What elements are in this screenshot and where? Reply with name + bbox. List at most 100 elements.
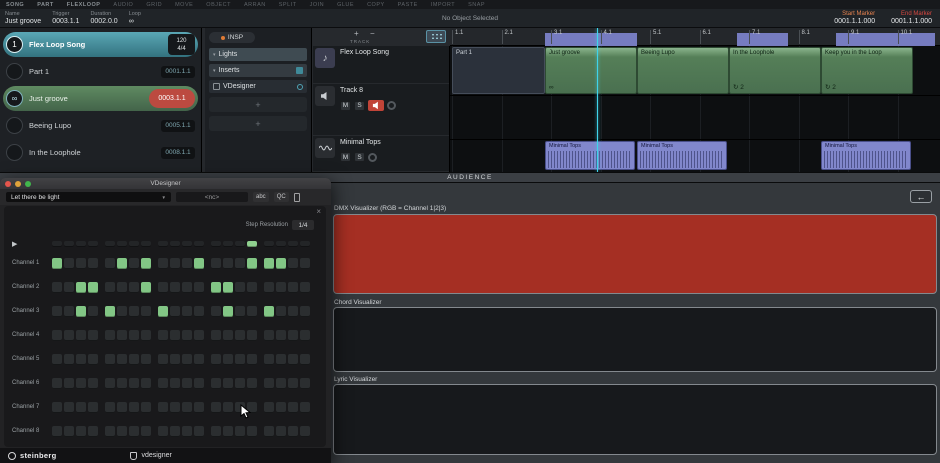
step-cell[interactable] bbox=[64, 281, 74, 293]
menu-item-split[interactable]: SPLIT bbox=[279, 2, 297, 8]
mute-button[interactable]: M bbox=[340, 152, 351, 162]
step-cell[interactable] bbox=[117, 377, 127, 389]
menu-item-paste[interactable]: PASTE bbox=[398, 2, 418, 8]
step-cell[interactable] bbox=[264, 281, 274, 293]
step-cell[interactable] bbox=[194, 353, 204, 365]
step-cell[interactable] bbox=[76, 353, 86, 365]
step-cell[interactable] bbox=[194, 401, 204, 413]
step-cell[interactable] bbox=[264, 425, 274, 437]
step-cell[interactable] bbox=[276, 257, 286, 269]
step-cell[interactable] bbox=[158, 281, 168, 293]
step-cell[interactable] bbox=[170, 305, 180, 317]
step-cell[interactable] bbox=[211, 401, 221, 413]
step-cell[interactable] bbox=[288, 425, 298, 437]
step-cell[interactable] bbox=[264, 329, 274, 341]
step-cell[interactable] bbox=[117, 305, 127, 317]
step-cell[interactable] bbox=[194, 281, 204, 293]
zoom-window-button[interactable] bbox=[25, 180, 31, 187]
step-resolution-value[interactable]: 1/4 bbox=[292, 220, 314, 230]
step-cell[interactable] bbox=[141, 401, 151, 413]
step-cell[interactable] bbox=[182, 257, 192, 269]
step-cell[interactable] bbox=[158, 257, 168, 269]
step-cell[interactable] bbox=[129, 401, 139, 413]
back-button[interactable]: ← bbox=[910, 190, 932, 203]
step-cell[interactable] bbox=[300, 329, 310, 341]
step-cell[interactable] bbox=[88, 353, 98, 365]
step-cell[interactable] bbox=[182, 425, 192, 437]
step-cell[interactable] bbox=[52, 281, 62, 293]
step-cell[interactable] bbox=[194, 305, 204, 317]
step-cell[interactable] bbox=[76, 305, 86, 317]
step-cell[interactable] bbox=[264, 353, 274, 365]
step-cell[interactable] bbox=[247, 281, 257, 293]
step-cell[interactable] bbox=[88, 257, 98, 269]
step-cell[interactable] bbox=[88, 425, 98, 437]
step-cell[interactable] bbox=[64, 425, 74, 437]
menu-item-song[interactable]: SONG bbox=[6, 2, 24, 8]
step-cell[interactable] bbox=[211, 377, 221, 389]
step-cell[interactable] bbox=[194, 425, 204, 437]
audio-event-minimal-tops[interactable]: Minimal Tops bbox=[545, 141, 635, 170]
step-cell[interactable] bbox=[235, 329, 245, 341]
step-cell[interactable] bbox=[105, 329, 115, 341]
field-value[interactable]: 0002.0.0 bbox=[90, 18, 117, 26]
inspector-row-lights[interactable]: ▾ Lights bbox=[209, 48, 307, 61]
remove-track-button[interactable]: − bbox=[370, 29, 375, 38]
step-cell[interactable] bbox=[88, 377, 98, 389]
song-item-just-groove[interactable]: ∞ Just groove 0003.1.1 bbox=[3, 86, 198, 111]
step-cell[interactable] bbox=[211, 353, 221, 365]
field-value[interactable]: Just groove bbox=[5, 18, 41, 26]
step-cell[interactable] bbox=[52, 353, 62, 365]
step-cell[interactable] bbox=[117, 329, 127, 341]
step-cell[interactable] bbox=[117, 257, 127, 269]
step-cell[interactable] bbox=[182, 377, 192, 389]
step-cell[interactable] bbox=[264, 257, 274, 269]
song-item-in-the-loophole[interactable]: In the Loophole 0008.1.1 bbox=[3, 140, 198, 165]
track8-lane[interactable] bbox=[450, 96, 940, 140]
step-cell[interactable] bbox=[170, 281, 180, 293]
step-cell[interactable] bbox=[288, 281, 298, 293]
arranger-block-just-groove[interactable]: Just groove ∞ bbox=[545, 47, 637, 94]
menu-item-move[interactable]: MOVE bbox=[175, 2, 193, 8]
step-cell[interactable] bbox=[235, 281, 245, 293]
abc-button[interactable]: abc bbox=[253, 192, 269, 202]
inspector-row-vdesigner[interactable]: VDesigner bbox=[209, 80, 307, 93]
arranger-block-part-1[interactable]: Part 1 bbox=[452, 47, 545, 94]
track-row-flex-loop-song[interactable]: ♪ Flex Loop Song bbox=[313, 46, 449, 84]
step-cell[interactable] bbox=[276, 377, 286, 389]
step-cell[interactable] bbox=[300, 401, 310, 413]
step-cell[interactable] bbox=[194, 377, 204, 389]
step-cell[interactable] bbox=[76, 401, 86, 413]
step-cell[interactable] bbox=[129, 353, 139, 365]
step-cell[interactable] bbox=[276, 329, 286, 341]
close-window-button[interactable] bbox=[5, 180, 11, 187]
step-cell[interactable] bbox=[52, 305, 62, 317]
add-track-button[interactable]: + bbox=[354, 29, 359, 38]
step-cell[interactable] bbox=[170, 257, 180, 269]
step-cell[interactable] bbox=[88, 281, 98, 293]
add-slot-button[interactable]: + bbox=[209, 116, 307, 131]
step-cell[interactable] bbox=[211, 329, 221, 341]
step-cell[interactable] bbox=[211, 281, 221, 293]
step-cell[interactable] bbox=[76, 329, 86, 341]
step-cell[interactable] bbox=[105, 281, 115, 293]
menu-item-object[interactable]: OBJECT bbox=[206, 2, 231, 8]
inspector-row-inserts[interactable]: ▾ Inserts bbox=[209, 64, 307, 77]
step-cell[interactable] bbox=[52, 329, 62, 341]
step-cell[interactable] bbox=[288, 353, 298, 365]
step-cell[interactable] bbox=[129, 281, 139, 293]
nc-field[interactable]: <nc> bbox=[176, 192, 248, 202]
step-cell[interactable] bbox=[105, 377, 115, 389]
step-cell[interactable] bbox=[52, 425, 62, 437]
step-cell[interactable] bbox=[264, 377, 274, 389]
step-cell[interactable] bbox=[211, 257, 221, 269]
step-cell[interactable] bbox=[170, 401, 180, 413]
step-cell[interactable] bbox=[129, 257, 139, 269]
end-marker-value[interactable]: 0001.1.1.000 bbox=[891, 18, 932, 26]
step-cell[interactable] bbox=[264, 401, 274, 413]
step-cell[interactable] bbox=[223, 305, 233, 317]
arranger-lane[interactable]: Part 1 Just groove ∞ Beeing Lupo In the Loop… bbox=[450, 46, 940, 96]
step-cell[interactable] bbox=[223, 401, 233, 413]
preset-select[interactable]: Let there be light ▼ bbox=[6, 192, 171, 202]
step-cell[interactable] bbox=[288, 257, 298, 269]
